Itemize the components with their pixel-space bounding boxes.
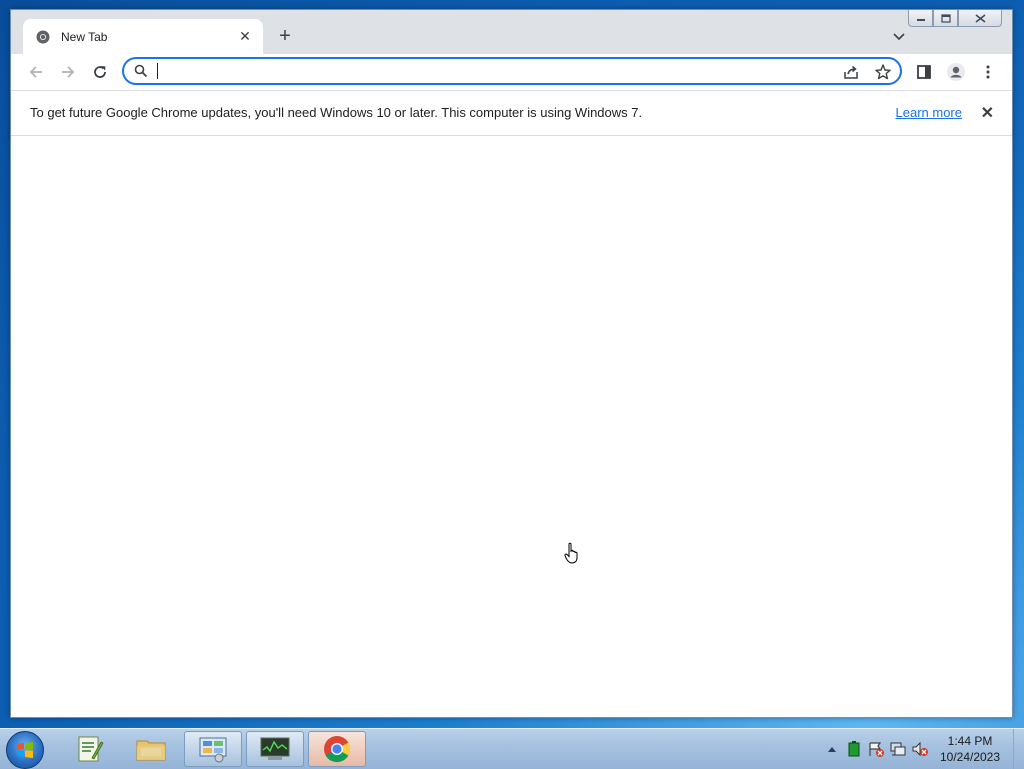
network-icon xyxy=(890,742,906,756)
infobar-message: To get future Google Chrome updates, you… xyxy=(30,105,643,120)
taskbar: 1:44 PM 10/24/2023 xyxy=(0,728,1024,769)
clock-date: 10/24/2023 xyxy=(939,750,1001,764)
text-caret xyxy=(157,63,158,79)
search-icon xyxy=(134,64,148,78)
taskbar-app-windows-explorer[interactable] xyxy=(122,731,180,767)
tray-volume[interactable] xyxy=(909,738,931,760)
update-infobar: To get future Google Chrome updates, you… xyxy=(11,91,1012,136)
learn-more-link[interactable]: Learn more xyxy=(896,105,962,120)
restore-icon xyxy=(940,13,951,23)
share-icon[interactable] xyxy=(842,63,860,81)
infobar-close-button[interactable]: ✕ xyxy=(981,103,994,123)
tray-action-center[interactable] xyxy=(865,738,887,760)
clock-time: 1:44 PM xyxy=(947,734,993,748)
system-tray: 1:44 PM 10/24/2023 xyxy=(821,729,1024,769)
taskbar-app-control-panel[interactable] xyxy=(184,731,242,767)
minimize-button[interactable] xyxy=(908,10,933,27)
reload-icon xyxy=(94,66,106,78)
tray-battery[interactable] xyxy=(843,738,865,760)
monitor-icon xyxy=(260,737,290,760)
chrome-icon xyxy=(324,736,351,763)
taskbar-app-system-monitor[interactable] xyxy=(246,731,304,767)
control-panel-icon xyxy=(199,737,227,763)
profile-icon xyxy=(947,63,965,81)
chrome-icon xyxy=(35,29,51,45)
taskbar-app-notepad-plus-plus[interactable] xyxy=(60,731,118,767)
address-input[interactable] xyxy=(156,62,796,80)
menu-button[interactable] xyxy=(976,60,1000,84)
taskbar-app-google-chrome[interactable] xyxy=(308,731,366,767)
show-hidden-icons-button[interactable] xyxy=(821,738,843,760)
star-icon[interactable] xyxy=(874,63,892,81)
close-icon xyxy=(975,13,985,23)
start-button[interactable] xyxy=(6,731,44,769)
battery-icon xyxy=(848,741,860,757)
windows-logo-icon xyxy=(17,742,33,758)
restore-button[interactable] xyxy=(933,10,958,27)
side-panel-icon xyxy=(917,65,931,79)
tab-strip: New Tab ✕ + xyxy=(11,10,1012,54)
page-content[interactable] xyxy=(11,136,1012,717)
chevron-down-icon xyxy=(893,33,905,41)
notepad-icon xyxy=(78,736,104,762)
tray-network[interactable] xyxy=(887,738,909,760)
kebab-menu-icon xyxy=(986,65,990,79)
forward-button[interactable] xyxy=(56,60,80,84)
window-controls xyxy=(908,10,1002,27)
new-tab-button[interactable]: + xyxy=(273,26,297,48)
tab-new-tab[interactable]: New Tab ✕ xyxy=(23,19,263,54)
back-arrow-icon xyxy=(29,66,42,78)
volume-muted-icon xyxy=(912,741,928,757)
back-button[interactable] xyxy=(24,60,48,84)
folder-icon xyxy=(136,740,166,761)
close-window-button[interactable] xyxy=(958,10,1002,27)
action-center-icon xyxy=(869,742,884,757)
tab-title: New Tab xyxy=(61,29,108,44)
hand-cursor-icon xyxy=(564,542,578,564)
triangle-up-icon xyxy=(828,747,836,752)
side-panel-button[interactable] xyxy=(912,60,936,84)
browser-toolbar xyxy=(11,54,1012,91)
tab-search-button[interactable] xyxy=(890,27,908,45)
address-bar[interactable] xyxy=(122,57,902,85)
profile-button[interactable] xyxy=(944,60,968,84)
tab-close-button[interactable]: ✕ xyxy=(237,28,253,45)
show-desktop-button[interactable] xyxy=(1013,729,1024,769)
reload-button[interactable] xyxy=(88,60,112,84)
chrome-window: New Tab ✕ + To get future Google Chrome … xyxy=(10,9,1013,718)
forward-arrow-icon xyxy=(62,66,75,78)
minimize-icon xyxy=(916,19,925,21)
taskbar-clock[interactable]: 1:44 PM 10/24/2023 xyxy=(931,733,1009,765)
